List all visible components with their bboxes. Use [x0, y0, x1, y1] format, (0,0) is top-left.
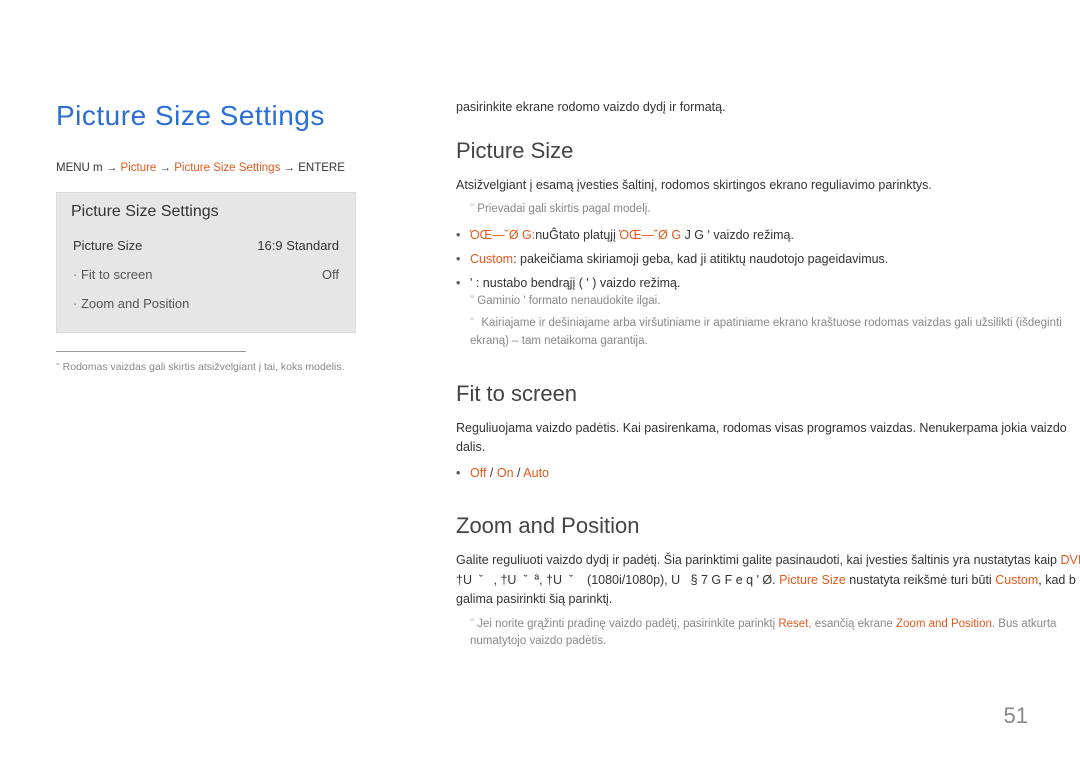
breadcrumb-picture-size-settings: Picture Size Settings [174, 162, 280, 174]
intro-text: pasirinkite ekrane rodomo vaizdo dydį ir… [456, 100, 1080, 114]
breadcrumb: MENU m → Picture → Picture Size Settings… [56, 162, 411, 174]
note: Prievadai gali skirtis pagal modelį. [470, 201, 1080, 219]
bullet: Custom: pakeičiama skiriamoji geba, kad … [470, 249, 1080, 269]
panel-key: Fit to screen [73, 267, 152, 282]
page-number: 51 [1004, 703, 1028, 729]
breadcrumb-part: MENU m → [56, 162, 121, 174]
footnote: Rodomas vaizdas gali skirtis atsižvelgia… [56, 360, 411, 375]
opt-on: On [497, 466, 514, 480]
page: Picture Size Settings MENU m → Picture →… [0, 0, 1080, 763]
page-title: Picture Size Settings [56, 100, 411, 132]
note: Gaminio ' formato nenaudokite ilgai. [470, 293, 1080, 311]
paragraph: Reguliuojama vaizdo padėtis. Kai pasiren… [456, 419, 1080, 458]
panel-row-picture-size: Picture Size 16:9 Standard [71, 231, 341, 260]
footnote-rule [56, 351, 246, 352]
bullet-list: Off / On / Auto [456, 463, 1080, 483]
heading-picture-size: Picture Size [456, 138, 1080, 164]
em-custom: Custom [995, 573, 1038, 587]
bullet-em: ΌŒ—˘Ø G [619, 228, 681, 242]
opt-off: Off [470, 466, 486, 480]
panel-val: Off [322, 267, 339, 282]
breadcrumb-part: → [156, 162, 174, 174]
panel-title: Picture Size Settings [71, 203, 341, 221]
bullet-text: : pakeičiama skiriamoji geba, kad ji ati… [513, 252, 888, 266]
bullet-lead: ΌŒ—˘Ø G: [470, 228, 535, 242]
bullet-options: Off / On / Auto [470, 463, 1080, 483]
panel-row-zoom-and-position: Zoom and Position [71, 289, 341, 318]
paragraph: Galite reguliuoti vaizdo dydį ir padėtį.… [456, 551, 1080, 609]
panel-val: 16:9 Standard [257, 238, 339, 253]
heading-fit-to-screen: Fit to screen [456, 381, 1080, 407]
panel-key: Zoom and Position [73, 296, 189, 311]
right-column: pasirinkite ekrane rodomo vaizdo dydį ir… [456, 100, 1080, 651]
note: "Kairiajame ir dešiniajame arba viršutin… [470, 315, 1080, 351]
opt-auto: Auto [523, 466, 549, 480]
bullet-text: J G ' vaizdo režimą. [681, 228, 794, 242]
heading-zoom-and-position: Zoom and Position [456, 513, 1080, 539]
note: Jei norite grąžinti pradinę vaizdo padėt… [470, 616, 1080, 652]
breadcrumb-picture: Picture [121, 162, 157, 174]
em-zoom-and-position: Zoom and Position [896, 618, 992, 630]
left-column: Picture Size Settings MENU m → Picture →… [56, 100, 411, 375]
bullet-text: : nustabo bendrąjį ( ' ) vaizdo režimą. [472, 276, 680, 290]
bullet-lead: Custom [470, 252, 513, 266]
em-dvi: DVI [1060, 553, 1080, 567]
settings-panel: Picture Size Settings Picture Size 16:9 … [56, 192, 356, 333]
bullet: ' : nustabo bendrąjį ( ' ) vaizdo režimą… [470, 273, 1080, 350]
bullet: ΌŒ—˘Ø G:nuĜtato platųjį ΌŒ—˘Ø G J G ' va… [470, 225, 1080, 245]
paragraph: Atsižvelgiant į esamą įvesties šaltinį, … [456, 176, 1080, 195]
panel-row-fit-to-screen: Fit to screen Off [71, 260, 341, 289]
panel-key: Picture Size [73, 238, 142, 253]
bullet-text: nuĜtato platųjį [535, 228, 619, 242]
em-reset: Reset [778, 618, 808, 630]
bullet-list: ΌŒ—˘Ø G:nuĜtato platųjį ΌŒ—˘Ø G J G ' va… [456, 225, 1080, 350]
breadcrumb-part: → ENTERE [280, 162, 345, 174]
em-picture-size: Picture Size [779, 573, 846, 587]
